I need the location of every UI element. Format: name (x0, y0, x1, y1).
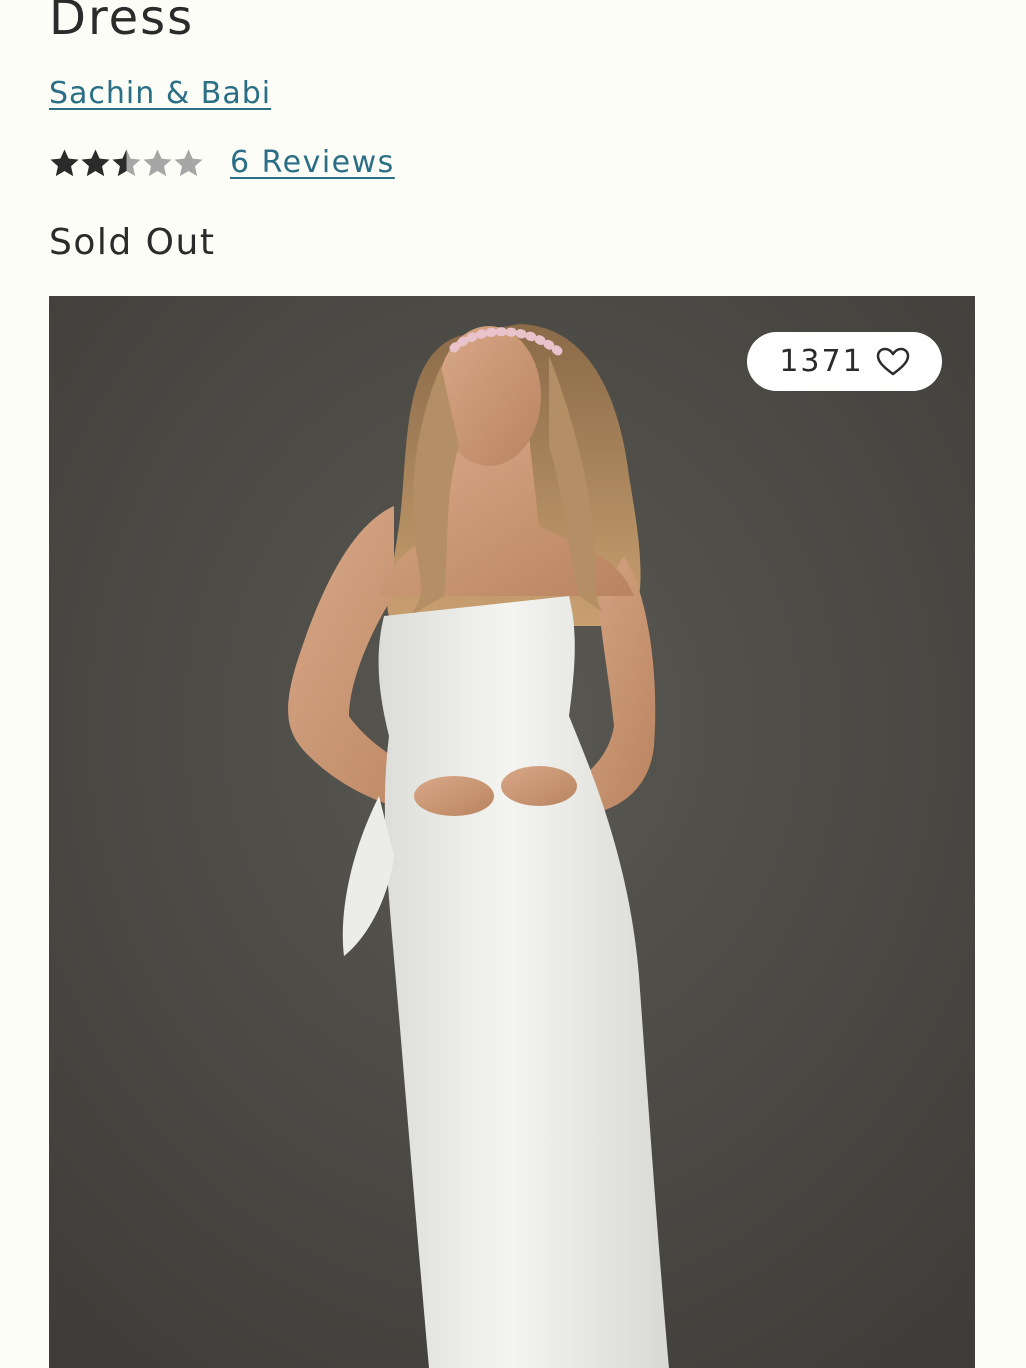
star-icon (174, 149, 203, 176)
reviews-link[interactable]: 6 Reviews (230, 143, 395, 183)
availability-status: Sold Out (49, 222, 216, 263)
model-photo (49, 296, 975, 1368)
star-icon (143, 149, 172, 176)
product-title: Dress (49, 0, 195, 46)
heart-icon (876, 347, 909, 375)
star-icon (50, 149, 79, 176)
star-icon (112, 149, 141, 176)
product-image[interactable]: 1371 (49, 296, 975, 1368)
rating-row: 6 Reviews (49, 140, 395, 186)
brand-link[interactable]: Sachin & Babi (49, 74, 271, 114)
like-count: 1371 (779, 343, 864, 379)
star-icon (81, 149, 110, 176)
star-rating (49, 148, 204, 179)
like-button[interactable]: 1371 (747, 332, 942, 391)
